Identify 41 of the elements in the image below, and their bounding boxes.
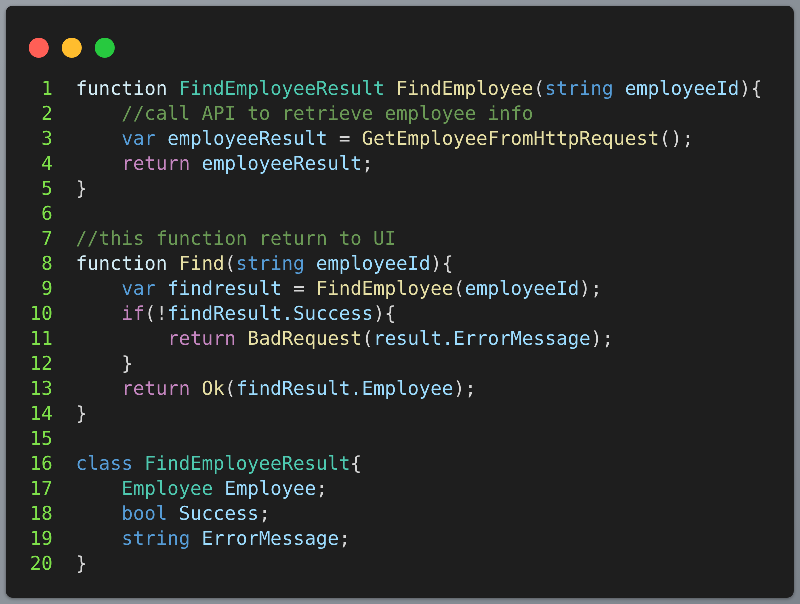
line-number: 7	[40, 227, 53, 252]
line-number: 11	[29, 327, 53, 352]
line-number: 15	[29, 427, 53, 452]
line-number: 16	[29, 452, 53, 477]
line-number: 12	[29, 352, 53, 377]
code-line: Employee Employee;	[122, 477, 328, 502]
code-line: return BadRequest(result.ErrorMessage);	[168, 327, 614, 352]
line-number: 4	[40, 152, 53, 177]
line-number: 10	[29, 302, 53, 327]
line-number: 2	[40, 102, 53, 127]
line-number: 8	[40, 252, 53, 277]
code-line: bool Success;	[122, 502, 271, 527]
line-number: 5	[40, 177, 53, 202]
code-line: if(!findResult.Success){	[122, 302, 396, 327]
line-number: 1	[40, 77, 53, 102]
line-number: 9	[40, 277, 53, 302]
code-line: }	[76, 402, 88, 427]
code-line: function FindEmployeeResult FindEmployee(string employeeId){	[76, 77, 762, 102]
line-number: 18	[29, 502, 53, 527]
window-button[interactable]	[62, 38, 82, 58]
line-number: 19	[29, 527, 53, 552]
line-number: 14	[29, 402, 53, 427]
line-number: 6	[40, 202, 53, 227]
code-line: }	[122, 352, 134, 377]
code-line: }	[76, 552, 88, 577]
line-number: 3	[40, 127, 53, 152]
window-button[interactable]	[29, 38, 49, 58]
window-button[interactable]	[95, 38, 115, 58]
line-number: 20	[29, 552, 53, 577]
code-line: var employeeResult = GetEmployeeFromHttpRequest();	[122, 127, 694, 152]
code-line: //this function return to UI	[76, 227, 396, 252]
code-line: var findresult = FindEmployee(employeeId);	[122, 277, 602, 302]
code-line: }	[76, 177, 88, 202]
code-line: string ErrorMessage;	[122, 527, 351, 552]
code-line: class FindEmployeeResult{	[76, 452, 362, 477]
code-line: return Ok(findResult.Employee);	[122, 377, 476, 402]
code-line: function Find(string employeeId){	[76, 252, 454, 277]
line-number: 17	[29, 477, 53, 502]
code-line: return employeeResult;	[122, 152, 374, 177]
code-line: //call API to retrieve employee info	[122, 102, 534, 127]
line-number: 13	[29, 377, 53, 402]
